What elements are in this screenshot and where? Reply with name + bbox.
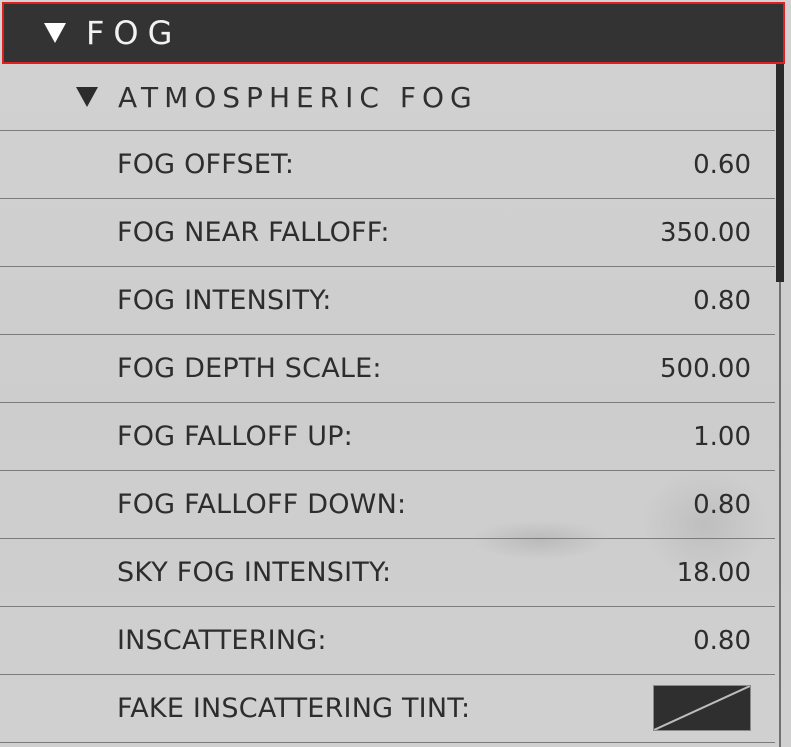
property-label: FOG INTENSITY: (117, 285, 332, 316)
property-row-sky-fog-intensity[interactable]: SKY FOG INTENSITY: 18.00 (0, 539, 775, 607)
property-row-fog-depth-scale[interactable]: FOG DEPTH SCALE: 500.00 (0, 335, 775, 403)
property-row-fog-falloff-up[interactable]: FOG FALLOFF UP: 1.00 (0, 403, 775, 471)
swatch-diagonal-icon (654, 686, 750, 730)
atmospheric-fog-title: ATMOSPHERIC FOG (118, 80, 478, 114)
property-label: FOG DEPTH SCALE: (117, 353, 382, 384)
atmospheric-fog-header[interactable]: ATMOSPHERIC FOG (0, 64, 775, 131)
property-value-field[interactable]: 500.00 (660, 354, 751, 384)
property-value-field[interactable]: 0.80 (693, 286, 751, 316)
property-value-field[interactable]: 0.80 (693, 490, 751, 520)
property-value-field[interactable]: 0.80 (693, 626, 751, 656)
property-row-fog-offset[interactable]: FOG OFFSET: 0.60 (0, 131, 775, 199)
property-value-field[interactable]: 1.00 (693, 422, 751, 452)
property-label: FOG FALLOFF DOWN: (117, 489, 407, 520)
property-row-fake-inscattering-tint[interactable]: FAKE INSCATTERING TINT: (0, 675, 775, 743)
fog-section-title: FOG (86, 14, 182, 52)
property-value-field[interactable]: 350.00 (660, 218, 751, 248)
fog-settings-panel: FOG ATMOSPHERIC FOG FOG OFFSET: 0.60 FOG… (0, 0, 791, 747)
triangle-down-icon[interactable] (76, 87, 98, 107)
property-list: FOG OFFSET: 0.60 FOG NEAR FALLOFF: 350.0… (0, 131, 775, 743)
property-label: FOG FALLOFF UP: (117, 421, 353, 452)
property-label: FOG OFFSET: (117, 149, 295, 180)
color-swatch[interactable] (653, 685, 751, 731)
scrollbar-thumb[interactable] (776, 64, 784, 282)
property-value-field[interactable]: 18.00 (677, 558, 751, 588)
property-row-fog-intensity[interactable]: FOG INTENSITY: 0.80 (0, 267, 775, 335)
property-label: INSCATTERING: (117, 625, 327, 656)
property-row-fog-near-falloff[interactable]: FOG NEAR FALLOFF: 350.00 (0, 199, 775, 267)
property-label: SKY FOG INTENSITY: (117, 557, 392, 588)
property-row-inscattering[interactable]: INSCATTERING: 0.80 (0, 607, 775, 675)
triangle-down-icon[interactable] (44, 23, 66, 43)
property-row-fog-falloff-down[interactable]: FOG FALLOFF DOWN: 0.80 (0, 471, 775, 539)
fog-section-header[interactable]: FOG (2, 2, 785, 64)
property-label: FAKE INSCATTERING TINT: (117, 693, 471, 724)
property-value-field[interactable]: 0.60 (693, 150, 751, 180)
property-label: FOG NEAR FALLOFF: (117, 217, 390, 248)
